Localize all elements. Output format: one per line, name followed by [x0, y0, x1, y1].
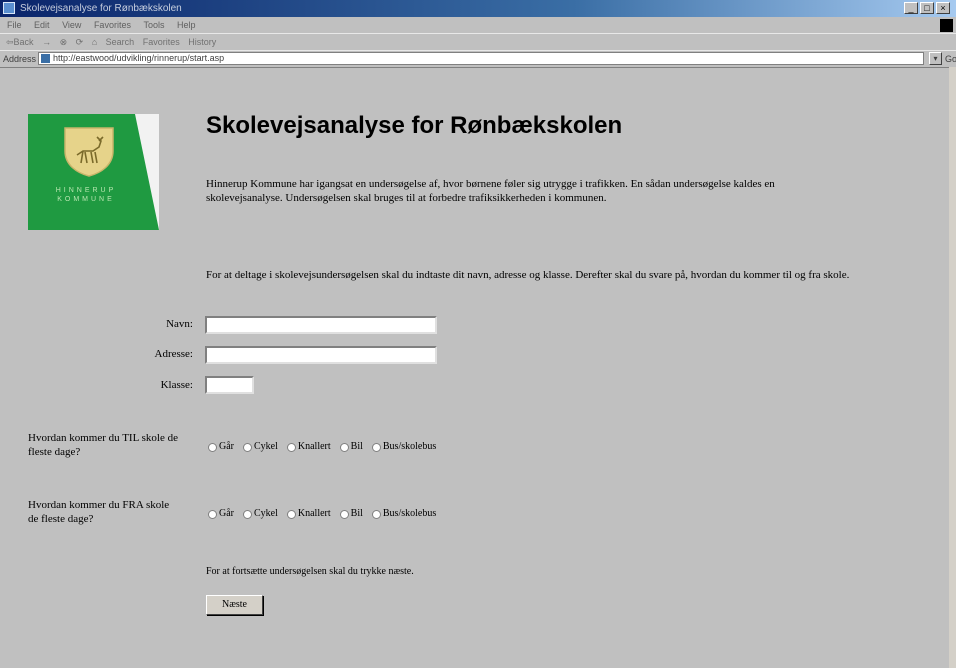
history-button[interactable]: History: [188, 37, 216, 47]
radio-circle-icon[interactable]: [208, 442, 217, 452]
menu-tools[interactable]: Tools: [143, 20, 164, 30]
radio-option[interactable]: Bil: [339, 440, 363, 454]
radio-circle-icon[interactable]: [243, 442, 252, 452]
radio-option[interactable]: Bus/skolebus: [371, 440, 436, 454]
question-to-school: Hvordan kommer du TIL skole de fleste da…: [28, 432, 178, 458]
page-content: HINNERUP KOMMUNE Skolevejsanalyse for Rø…: [10, 104, 946, 664]
go-button[interactable]: Go: [945, 51, 956, 67]
radio-option[interactable]: Knallert: [286, 440, 331, 454]
radio-circle-icon[interactable]: [371, 442, 381, 452]
radio-option[interactable]: Bus/skolebus: [371, 507, 436, 521]
radio-circle-icon[interactable]: [208, 509, 217, 519]
next-button[interactable]: Næste: [206, 595, 263, 615]
radio-group-to-school: Går Cykel Knallert Bil Bus/skolebus: [208, 440, 436, 454]
radio-group-from-school: Går Cykel Knallert Bil Bus/skolebus: [208, 507, 436, 521]
name-input[interactable]: [205, 316, 437, 334]
page-icon: [41, 54, 50, 63]
radio-option[interactable]: Cykel: [243, 507, 278, 521]
address-label: Adresse:: [154, 348, 194, 360]
name-label: Navn:: [166, 318, 193, 330]
vertical-scrollbar[interactable]: [949, 67, 956, 668]
maximize-button[interactable]: □: [920, 2, 934, 14]
logo-text-line2: KOMMUNE: [57, 196, 115, 203]
windows-logo-icon: [940, 19, 953, 32]
question-from-school: Hvordan kommer du FRA skole de fleste da…: [28, 499, 170, 525]
radio-circle-icon[interactable]: [286, 509, 296, 519]
radio-circle-icon[interactable]: [339, 442, 349, 452]
menu-help[interactable]: Help: [177, 20, 196, 30]
radio-circle-icon[interactable]: [286, 442, 296, 452]
radio-option[interactable]: Bil: [339, 507, 363, 521]
intro-paragraph: Hinnerup Kommune har igangsat en undersø…: [206, 178, 775, 204]
minimize-button[interactable]: _: [904, 2, 918, 14]
window-title: Skolevejsanalyse for Rønbækskolen: [20, 3, 182, 14]
stop-button[interactable]: ⊗: [60, 37, 68, 47]
class-input[interactable]: [205, 376, 254, 394]
forward-button[interactable]: →: [42, 37, 51, 47]
window-titlebar: Skolevejsanalyse for Rønbækskolen _ □ ×: [0, 0, 956, 17]
radio-option[interactable]: Knallert: [286, 507, 331, 521]
address-label: Address: [3, 54, 37, 64]
menu-view[interactable]: View: [62, 20, 81, 30]
toolbar: ⇦Back → ⊗ ⟳ ⌂ Search Favorites History: [0, 33, 956, 50]
menu-bar: File Edit View Favorites Tools Help: [0, 18, 956, 33]
address-url: http://eastwood/udvikling/rinnerup/start…: [53, 53, 225, 63]
menu-file[interactable]: File: [7, 20, 22, 30]
class-label: Klasse:: [160, 379, 193, 391]
page-title: Skolevejsanalyse for Rønbækskolen: [206, 112, 623, 139]
menu-edit[interactable]: Edit: [34, 20, 50, 30]
window-controls: _ □ ×: [904, 2, 950, 14]
radio-option[interactable]: Cykel: [243, 440, 278, 454]
radio-circle-icon[interactable]: [371, 509, 381, 519]
radio-option[interactable]: Går: [208, 507, 234, 521]
radio-circle-icon[interactable]: [243, 509, 252, 519]
close-button[interactable]: ×: [936, 2, 950, 14]
address-dropdown-button[interactable]: ▾: [929, 52, 942, 65]
address-input-field[interactable]: [205, 346, 437, 364]
search-button[interactable]: Search: [106, 37, 135, 47]
home-button[interactable]: ⌂: [92, 37, 97, 47]
favorites-button[interactable]: Favorites: [143, 37, 180, 47]
continue-instruction: For at fortsætte undersøgelsen skal du t…: [206, 566, 414, 577]
municipality-logo: HINNERUP KOMMUNE: [28, 114, 159, 230]
instructions-paragraph: For at deltage i skolevejsundersøgelsen …: [206, 269, 850, 281]
ie-icon: [3, 2, 15, 14]
back-button[interactable]: ⇦Back: [6, 37, 34, 47]
refresh-button[interactable]: ⟳: [76, 37, 84, 47]
address-input[interactable]: http://eastwood/udvikling/rinnerup/start…: [38, 52, 924, 65]
address-bar: Address http://eastwood/udvikling/rinner…: [0, 50, 956, 68]
logo-text-line1: HINNERUP: [55, 187, 117, 194]
radio-circle-icon[interactable]: [339, 509, 349, 519]
menu-favorites[interactable]: Favorites: [94, 20, 131, 30]
radio-option[interactable]: Går: [208, 440, 234, 454]
deer-shield-icon: [64, 127, 114, 177]
